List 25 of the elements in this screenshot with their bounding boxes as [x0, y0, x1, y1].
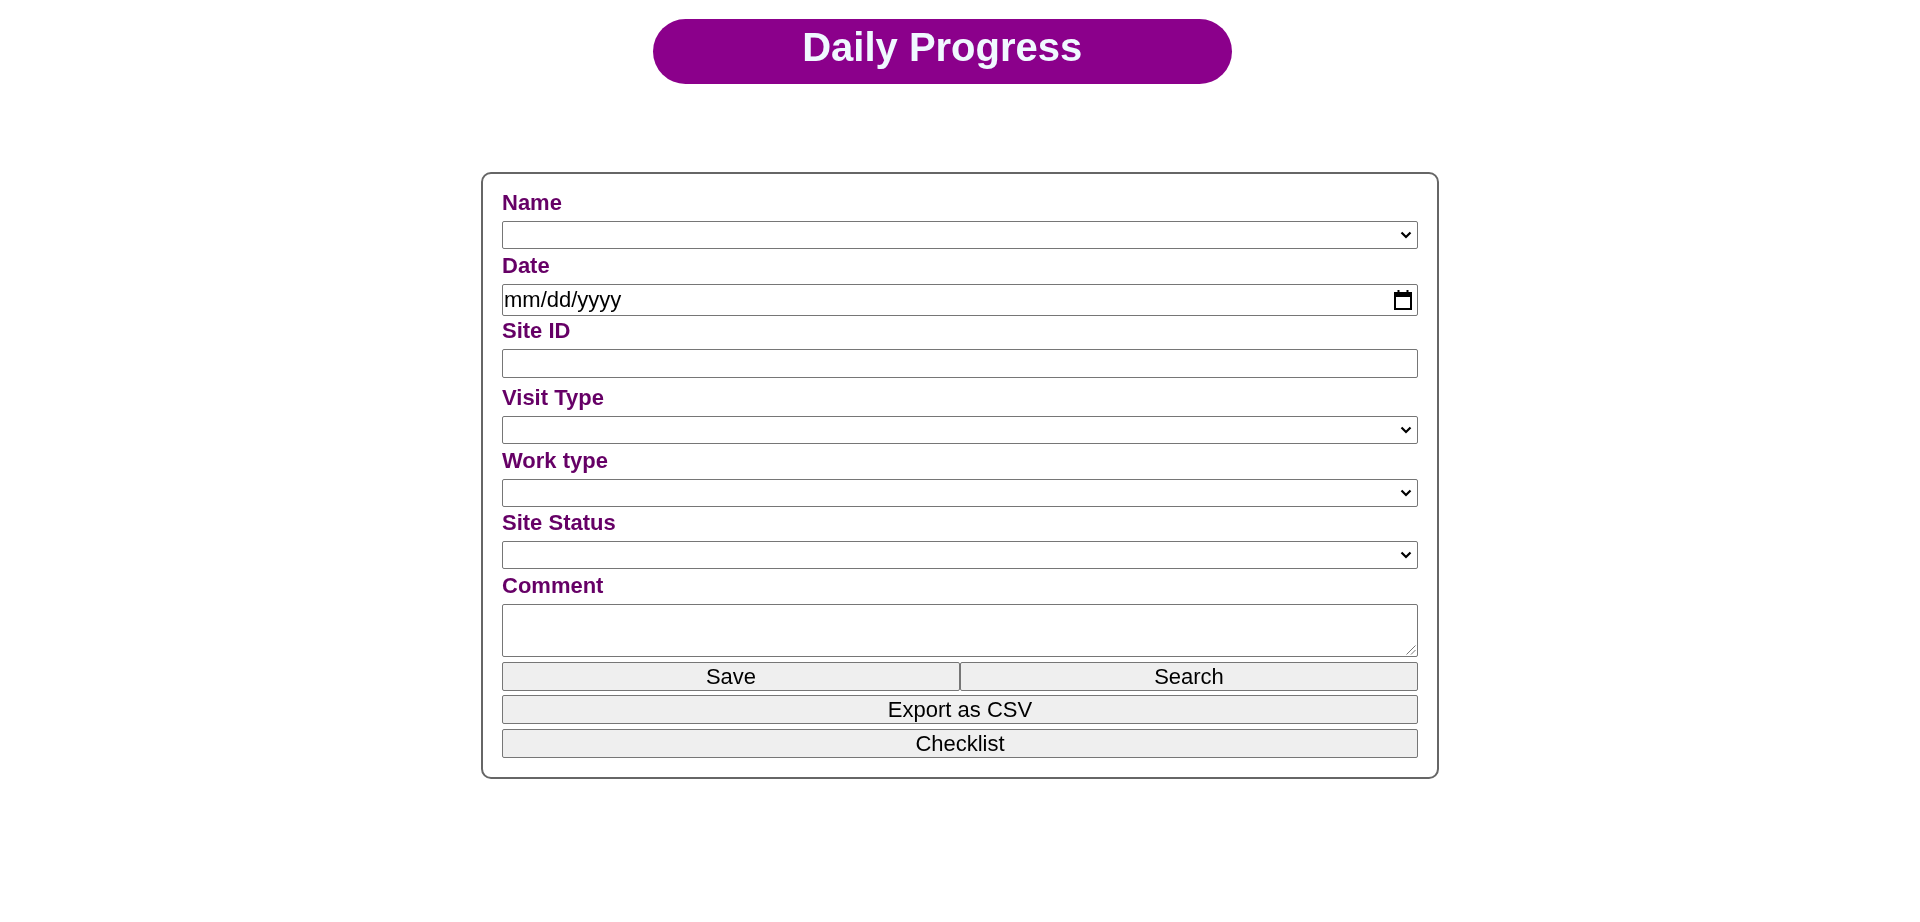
action-button[interactable]: Search: [960, 661, 1418, 691]
dropdown-field[interactable]: [502, 541, 1418, 569]
chevron-icon: [1400, 231, 1412, 239]
field-label: Work type: [502, 447, 608, 473]
field-label: Comment: [502, 572, 604, 598]
chevron-icon: [1400, 426, 1412, 434]
dropdown-field[interactable]: [502, 221, 1418, 249]
date-field[interactable]: mm/dd/yyyy: [502, 283, 1418, 316]
text-field[interactable]: [502, 349, 1418, 378]
action-button[interactable]: Checklist: [502, 728, 1418, 758]
action-button[interactable]: Save: [502, 661, 960, 691]
field-label: Date: [502, 252, 550, 278]
action-button[interactable]: Export as CSV: [502, 695, 1418, 724]
comment-field[interactable]: [502, 603, 1418, 657]
chevron-icon: [1400, 488, 1412, 497]
calendar-icon[interactable]: [1394, 289, 1412, 310]
dropdown-field[interactable]: [502, 478, 1418, 507]
field-label: Name: [502, 190, 562, 215]
field-label: Site Status: [502, 510, 616, 535]
field-label: Site ID: [502, 318, 571, 343]
field-label: Visit Type: [502, 385, 604, 410]
dropdown-field[interactable]: [502, 416, 1418, 444]
page-title: Daily Progress: [652, 19, 1232, 84]
chevron-icon: [1400, 551, 1412, 559]
resize-handle-icon[interactable]: [1406, 644, 1416, 655]
